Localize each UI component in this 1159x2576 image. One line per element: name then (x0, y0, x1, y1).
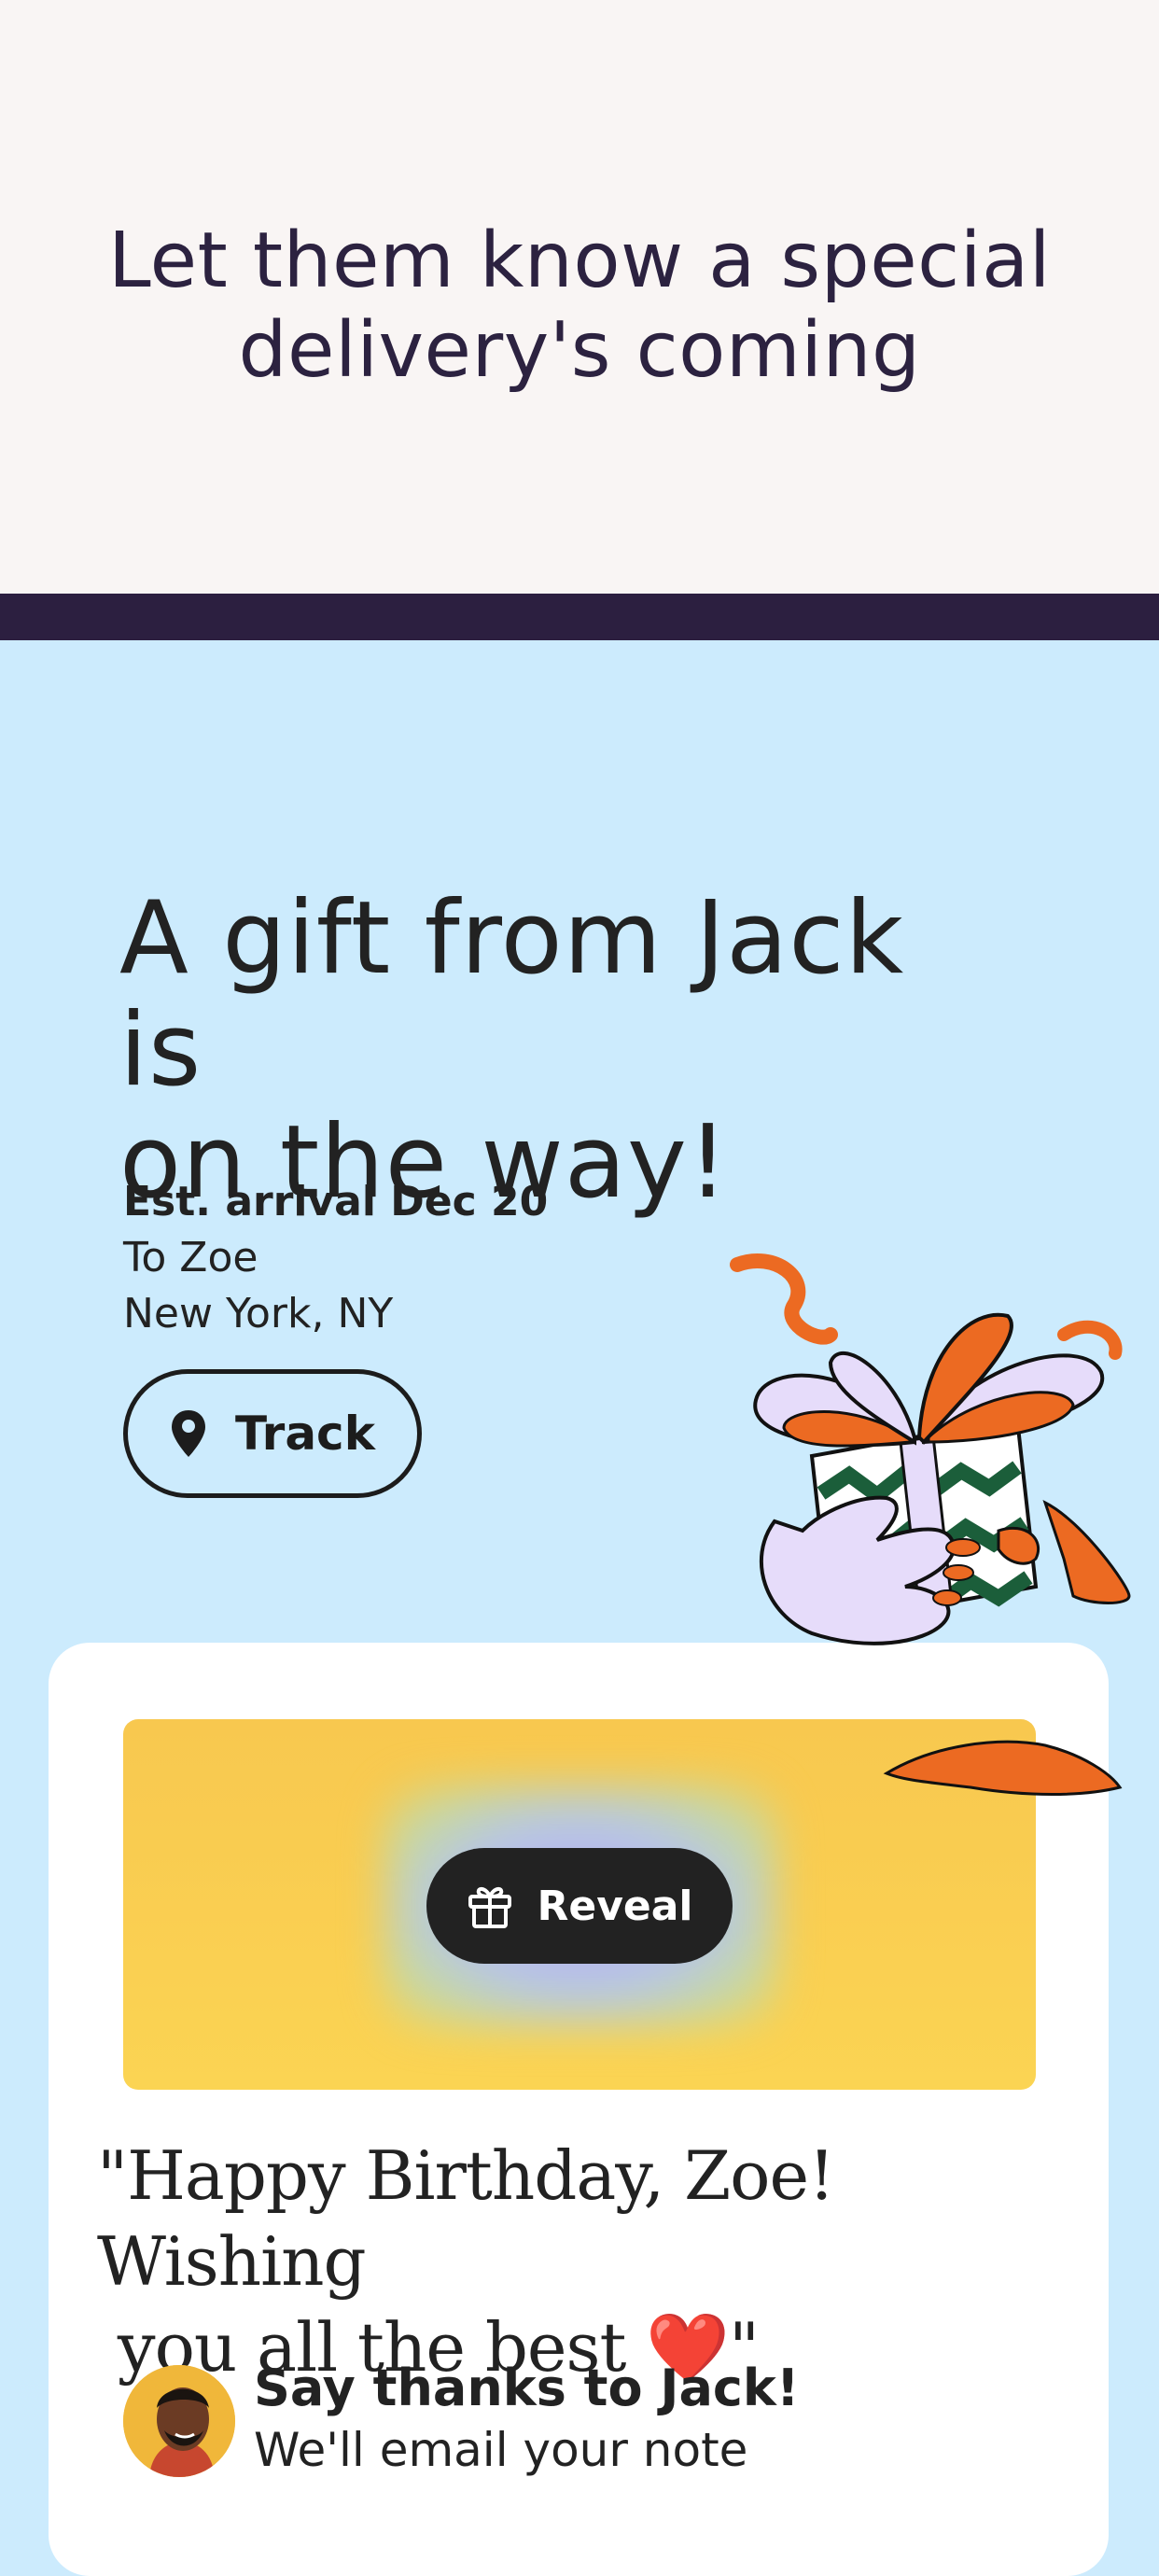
gift-message: "Happy Birthday, Zoe! Wishing you all th… (97, 2133, 1086, 2390)
recipient-name: To Zoe (123, 1234, 258, 1281)
banner-title: Let them know a special delivery's comin… (0, 217, 1159, 396)
gift-message-line1: "Happy Birthday, Zoe! Wishing (97, 2136, 835, 2301)
divider-band (0, 594, 1159, 640)
delivery-info: Est. arrival Dec 20 To Zoe New York, NY (123, 1174, 548, 1342)
reveal-button[interactable]: Reveal (426, 1848, 733, 1964)
location-pin-icon (172, 1410, 206, 1457)
track-button[interactable]: Track (123, 1369, 422, 1498)
sender-avatar-image (123, 2365, 235, 2477)
thanks-subtitle: We'll email your note (254, 2423, 748, 2477)
reveal-button-label: Reveal (537, 1882, 693, 1930)
banner-title-line2: delivery's coming (238, 306, 921, 395)
thanks-title[interactable]: Say thanks to Jack! (254, 2356, 799, 2421)
banner-title-line1: Let them know a special (107, 217, 1052, 305)
sender-avatar (123, 2365, 235, 2477)
gift-box-illustration (730, 1253, 1131, 1796)
hero-title-line1: A gift from Jack is (119, 880, 905, 1109)
gift-icon (468, 1886, 512, 1928)
recipient-location: New York, NY (123, 1290, 394, 1337)
top-banner: Let them know a special delivery's comin… (0, 0, 1159, 594)
arrival-date: Est. arrival Dec 20 (123, 1178, 549, 1225)
hero-title: A gift from Jack is on the way! (119, 883, 1015, 1219)
track-button-label: Track (235, 1407, 375, 1461)
